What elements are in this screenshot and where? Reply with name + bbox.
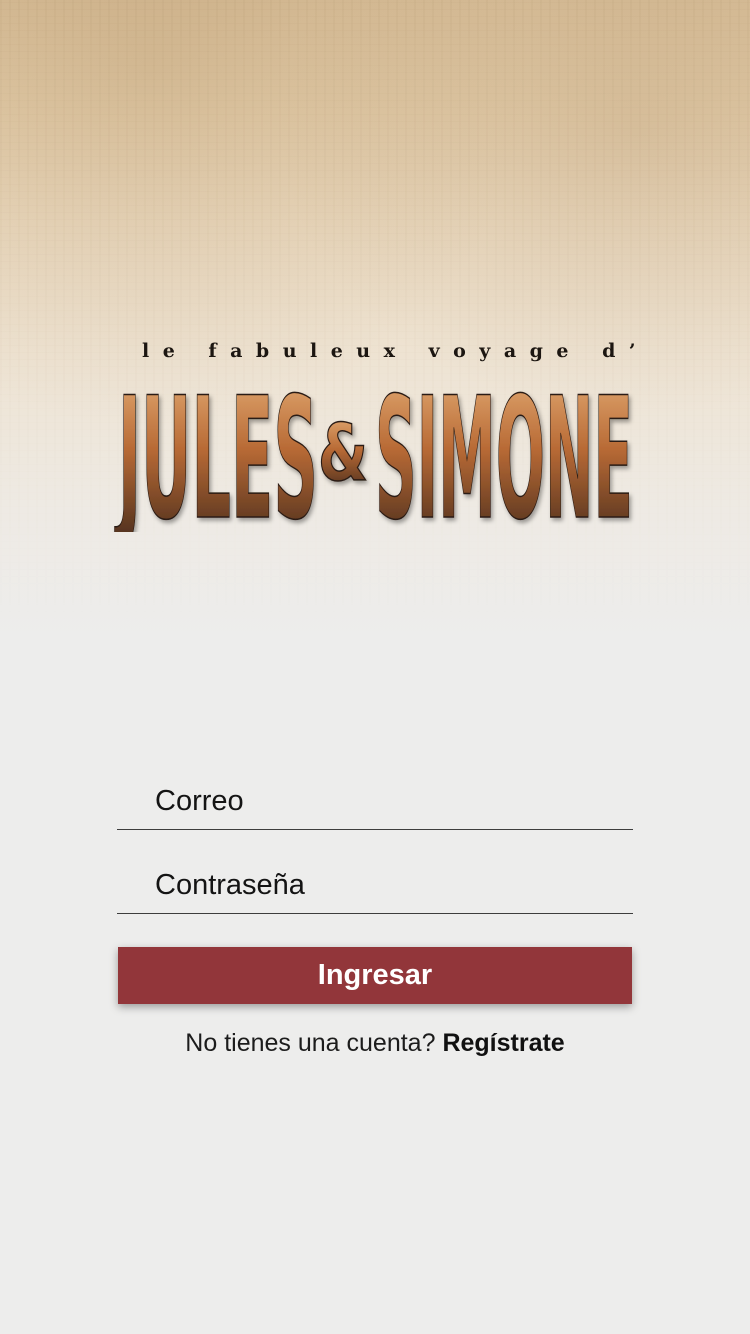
register-link[interactable]: Regístrate bbox=[442, 1029, 564, 1057]
password-input[interactable] bbox=[155, 863, 615, 907]
paper-texture-background bbox=[0, 0, 750, 640]
email-input[interactable] bbox=[155, 779, 615, 823]
logo-name-right: SIMONE bbox=[375, 362, 633, 532]
password-field[interactable] bbox=[117, 854, 633, 914]
register-prompt: No tienes una cuenta? Regístrate bbox=[0, 1029, 750, 1058]
app-logo: le fabuleux voyage d’ JULES & SIMONE bbox=[110, 330, 650, 532]
logo-ampersand: & bbox=[318, 409, 368, 499]
email-field[interactable] bbox=[117, 770, 633, 830]
logo-name-left: JULES bbox=[114, 362, 318, 532]
register-prompt-text: No tienes una cuenta? bbox=[185, 1029, 443, 1057]
logo-tagline: le fabuleux voyage d’ bbox=[142, 340, 650, 362]
logo-wordmark: JULES & SIMONE bbox=[114, 362, 634, 532]
login-button[interactable]: Ingresar bbox=[118, 947, 632, 1004]
